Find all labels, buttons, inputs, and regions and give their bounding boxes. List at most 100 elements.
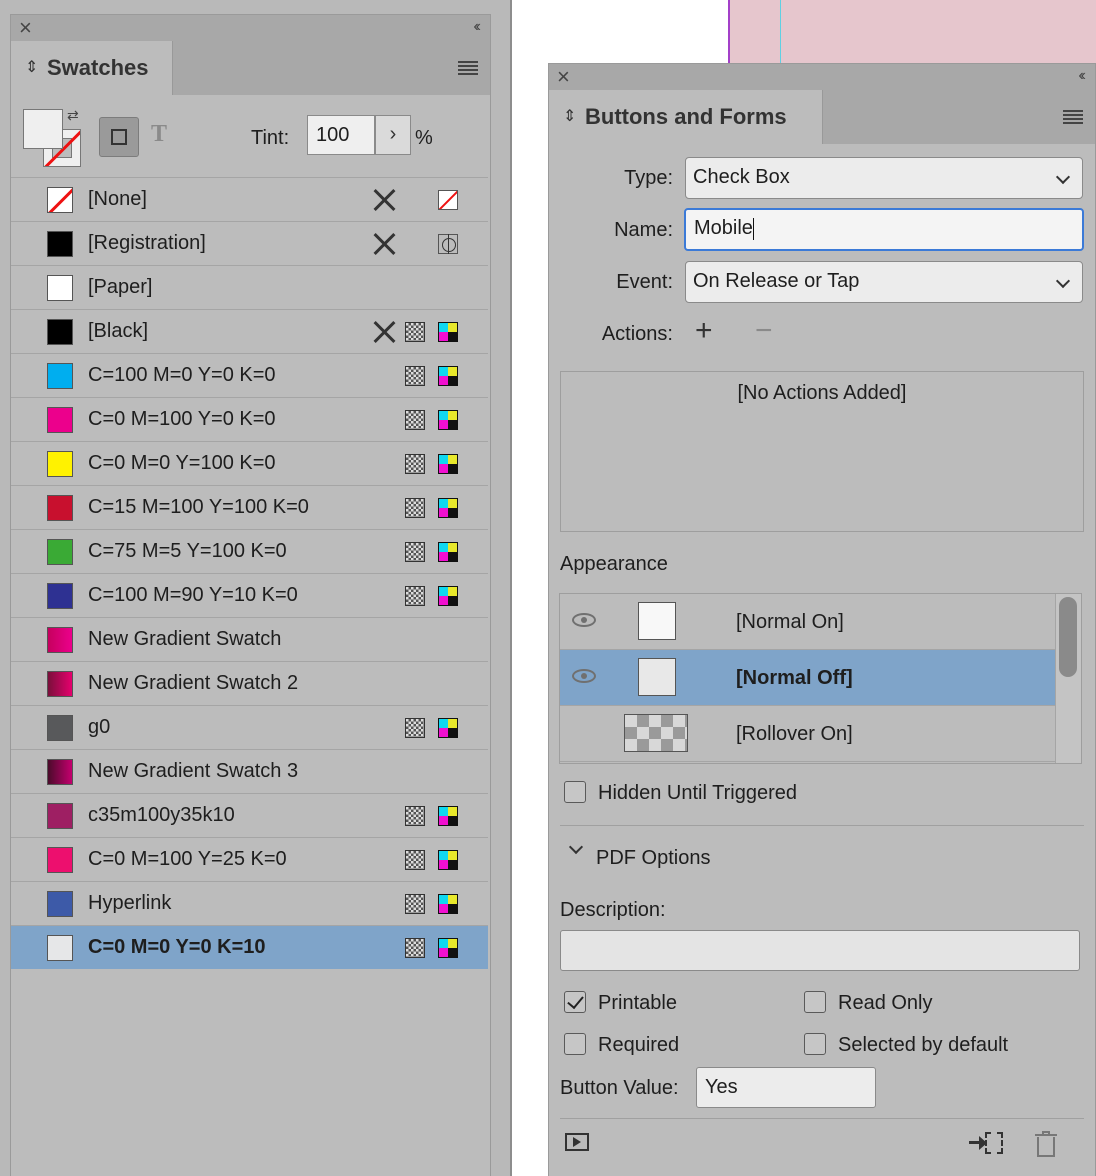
description-field[interactable]	[560, 930, 1080, 971]
event-label: Event:	[616, 271, 673, 293]
formatting-text-icon[interactable]: T	[151, 121, 167, 148]
panel-titlebar: × ‹‹	[549, 64, 1095, 90]
convert-to-object-icon[interactable]	[969, 1132, 1005, 1156]
type-value: Check Box	[693, 166, 790, 188]
printable-checkbox[interactable]	[564, 991, 586, 1013]
swatch-row[interactable]: Hyperlink	[11, 881, 488, 925]
hidden-until-triggered-checkbox[interactable]	[564, 781, 586, 803]
swatch-color-chip	[47, 407, 73, 433]
description-label: Description:	[560, 899, 666, 921]
eye-icon[interactable]	[572, 613, 596, 627]
panel-menu-icon[interactable]	[458, 61, 478, 75]
panel-tabbar: ⇕ Buttons and Forms	[549, 90, 1095, 144]
swatch-name: [Registration]	[88, 232, 206, 254]
fill-swatch-box[interactable]	[23, 109, 63, 149]
chevron-updown-icon: ⇕	[563, 108, 577, 125]
add-action-icon[interactable]: +	[695, 314, 713, 348]
appearance-heading: Appearance	[560, 553, 668, 575]
cmyk-mode-icon	[438, 586, 458, 606]
tint-slider-button[interactable]: ›	[375, 115, 411, 155]
swatch-color-chip	[47, 803, 73, 829]
swatch-row[interactable]: C=100 M=90 Y=10 K=0	[11, 573, 488, 617]
appearance-thumbnail	[638, 602, 676, 640]
swatch-name: [Paper]	[88, 276, 153, 298]
name-field[interactable]: Mobile	[684, 208, 1084, 251]
cmyk-mode-icon	[438, 322, 458, 342]
selected-by-default-label: Selected by default	[838, 1034, 1009, 1056]
tab-label: Swatches	[47, 55, 149, 80]
read-only-checkbox[interactable]	[804, 991, 826, 1013]
swatch-row[interactable]: C=15 M=100 Y=100 K=0	[11, 485, 488, 529]
trash-icon[interactable]	[1035, 1131, 1057, 1157]
swatches-panel: × ‹‹ ⇕ Swatches ⇄ T Tint: › % [None] [Reg…	[10, 14, 491, 1176]
swatch-color-chip	[47, 583, 73, 609]
tint-input[interactable]	[307, 115, 375, 155]
appearance-row-rollover-on[interactable]: [Rollover On]	[560, 706, 1055, 762]
chevron-down-icon	[1055, 273, 1071, 289]
swatch-row[interactable]: C=0 M=0 Y=100 K=0	[11, 441, 488, 485]
required-checkbox[interactable]	[564, 1033, 586, 1055]
swatch-row[interactable]: C=0 M=0 Y=0 K=10	[11, 925, 488, 969]
swatch-row[interactable]: C=100 M=0 Y=0 K=0	[11, 353, 488, 397]
cmyk-mode-icon	[438, 806, 458, 826]
appearance-list: [Normal On] [Normal Off] [Rollover On]	[559, 593, 1082, 764]
actions-list[interactable]: [No Actions Added]	[560, 371, 1084, 532]
actions-label: Actions:	[601, 323, 673, 345]
pdf-options-heading[interactable]: PDF Options	[596, 847, 710, 870]
swatch-name: [Black]	[88, 320, 149, 342]
cmyk-mode-icon	[438, 366, 458, 386]
swatch-name: [None]	[88, 188, 147, 210]
type-select[interactable]: Check Box	[685, 157, 1083, 199]
swatch-row[interactable]: [Registration]	[11, 221, 488, 265]
swatch-row[interactable]: c35m100y35k10	[11, 793, 488, 837]
none-mode-icon	[438, 190, 458, 210]
swatch-row[interactable]: C=0 M=100 Y=0 K=0	[11, 397, 488, 441]
swatch-row[interactable]: g0	[11, 705, 488, 749]
eye-icon[interactable]	[572, 669, 596, 683]
remove-action-icon[interactable]: −	[755, 314, 773, 348]
appearance-row-normal-on[interactable]: [Normal On]	[560, 594, 1055, 650]
swatch-row[interactable]: New Gradient Swatch 3	[11, 749, 488, 793]
appearance-row-normal-off[interactable]: [Normal Off]	[560, 650, 1055, 706]
tab-buttons-and-forms[interactable]: ⇕ Buttons and Forms	[549, 90, 823, 144]
button-value-field[interactable]: Yes	[696, 1067, 876, 1108]
hidden-until-triggered-label: Hidden Until Triggered	[598, 782, 797, 804]
type-label: Type:	[624, 167, 673, 189]
swatch-row[interactable]: New Gradient Swatch 2	[11, 661, 488, 705]
tab-swatches[interactable]: ⇕ Swatches	[11, 41, 173, 95]
panel-menu-icon[interactable]	[1063, 110, 1083, 124]
swatch-row[interactable]: [Paper]	[11, 265, 488, 309]
cmyk-mode-icon	[438, 410, 458, 430]
process-color-icon	[405, 542, 425, 562]
swatch-name: C=0 M=100 Y=25 K=0	[88, 848, 287, 870]
close-icon[interactable]: ×	[19, 17, 32, 39]
preview-icon[interactable]	[565, 1133, 589, 1151]
swatch-row[interactable]: C=0 M=100 Y=25 K=0	[11, 837, 488, 881]
collapse-icon[interactable]: ‹‹	[473, 18, 480, 36]
close-icon[interactable]: ×	[557, 66, 570, 88]
swatch-row[interactable]: C=75 M=5 Y=100 K=0	[11, 529, 488, 573]
swatch-color-chip	[47, 891, 73, 917]
swatch-row[interactable]: [None]	[11, 177, 488, 221]
selected-by-default-checkbox[interactable]	[804, 1033, 826, 1055]
no-edit-pencil-icon	[371, 318, 397, 344]
swatch-color-chip	[47, 671, 73, 697]
none-slash-icon	[48, 188, 72, 212]
swatch-name: C=100 M=90 Y=10 K=0	[88, 584, 298, 606]
swatch-row[interactable]: [Black]	[11, 309, 488, 353]
swap-fill-stroke-icon[interactable]: ⇄	[67, 107, 79, 124]
event-select[interactable]: On Release or Tap	[685, 261, 1083, 303]
formatting-container-button[interactable]	[99, 117, 139, 157]
appearance-scrollbar[interactable]	[1055, 594, 1081, 763]
process-color-icon	[405, 894, 425, 914]
chevron-down-icon[interactable]	[568, 839, 584, 855]
scrollbar-thumb[interactable]	[1059, 597, 1077, 677]
swatch-row[interactable]: New Gradient Swatch	[11, 617, 488, 661]
swatch-color-chip	[47, 847, 73, 873]
swatch-color-chip	[47, 495, 73, 521]
swatch-controls: ⇄ T Tint: › %	[11, 95, 490, 177]
swatch-color-chip	[47, 275, 73, 301]
collapse-icon[interactable]: ‹‹	[1078, 67, 1085, 85]
swatch-name: C=0 M=0 Y=0 K=10	[88, 936, 266, 958]
swatch-color-chip	[47, 935, 73, 961]
